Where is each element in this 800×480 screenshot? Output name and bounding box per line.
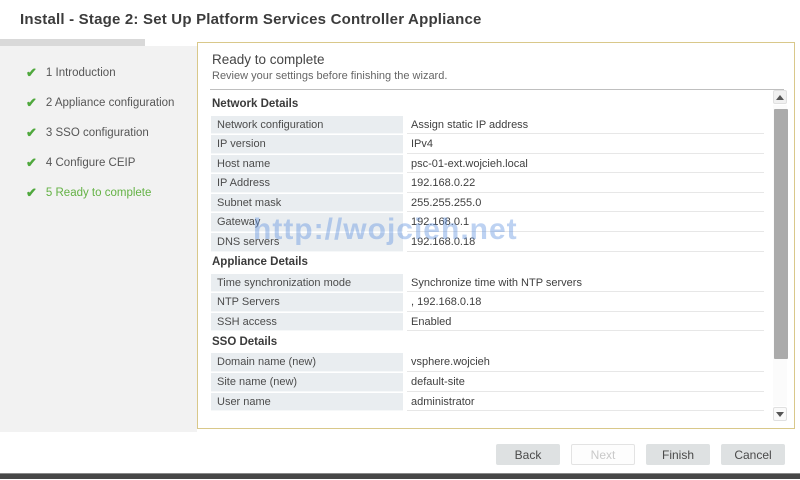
- setting-row: Site name (new) default-site: [211, 373, 764, 393]
- step-check-icon: ✔: [26, 95, 37, 110]
- setting-value: , 192.168.0.18: [407, 293, 764, 312]
- scrollbar-thumb[interactable]: [774, 109, 788, 359]
- window-title: Install - Stage 2: Set Up Platform Servi…: [20, 11, 482, 28]
- setting-label: Network configuration: [211, 115, 403, 135]
- wizard-step-1[interactable]: ✔ 1 Introduction: [0, 58, 197, 88]
- scroll-down-button[interactable]: [773, 407, 787, 421]
- setting-label: User name: [211, 392, 403, 412]
- section-rows: Time synchronization mode Synchronize ti…: [211, 273, 764, 332]
- setting-value: 255.255.255.0: [407, 194, 764, 213]
- wizard-step-5[interactable]: ✔ 5 Ready to complete: [0, 178, 197, 208]
- setting-row: Network configuration Assign static IP a…: [211, 115, 764, 135]
- setting-row: DNS servers 192.168.0.18: [211, 233, 764, 253]
- setting-label: Domain name (new): [211, 353, 403, 373]
- setting-row: User name administrator: [211, 392, 764, 412]
- footer-buttons: Back Next Finish Cancel: [496, 444, 785, 465]
- step-check-icon: ✔: [26, 125, 37, 140]
- step-check-icon: ✔: [26, 155, 37, 170]
- setting-row: NTP Servers , 192.168.0.18: [211, 293, 764, 313]
- setting-row: SSH access Enabled: [211, 312, 764, 332]
- bottom-bar: [0, 473, 800, 479]
- setting-label: DNS servers: [211, 233, 403, 252]
- setting-value: psc-01-ext.wojcieh.local: [407, 155, 764, 174]
- wizard-sidebar: ✔ 1 Introduction ✔ 2 Appliance configura…: [0, 46, 197, 432]
- page-title: Ready to complete: [212, 52, 325, 67]
- settings-section: Appliance Details Time synchronization m…: [211, 252, 764, 332]
- finish-button[interactable]: Finish: [646, 444, 710, 465]
- settings-section: SSO Details Domain name (new) vsphere.wo…: [211, 332, 764, 412]
- next-button[interactable]: Next: [571, 444, 635, 465]
- settings-sections: Network Details Network configuration As…: [198, 90, 794, 412]
- setting-row: Gateway 192.168.0.1: [211, 213, 764, 233]
- back-button[interactable]: Back: [496, 444, 560, 465]
- step-label: 1 Introduction: [45, 67, 116, 79]
- panel-header: Ready to complete Review your settings b…: [198, 43, 794, 89]
- scrollbar-track[interactable]: [773, 105, 788, 406]
- wizard-step-3[interactable]: ✔ 3 SSO configuration: [0, 118, 197, 148]
- setting-value: 192.168.0.18: [407, 233, 764, 252]
- settings-section: Network Details Network configuration As…: [211, 94, 764, 252]
- setting-row: IP version IPv4: [211, 135, 764, 155]
- ready-to-complete-panel: Ready to complete Review your settings b…: [197, 42, 795, 429]
- installer-window: Install - Stage 2: Set Up Platform Servi…: [0, 0, 800, 480]
- setting-value: administrator: [407, 393, 764, 412]
- setting-row: Domain name (new) vsphere.wojcieh: [211, 353, 764, 373]
- setting-value: Assign static IP address: [407, 116, 764, 135]
- sidebar-top-strip: [0, 39, 145, 46]
- scroll-up-button[interactable]: [773, 90, 787, 104]
- section-rows: Network configuration Assign static IP a…: [211, 115, 764, 252]
- setting-label: Subnet mask: [211, 193, 403, 213]
- section-rows: Domain name (new) vsphere.wojcieh Site n…: [211, 353, 764, 412]
- step-label: 4 Configure CEIP: [45, 157, 136, 169]
- setting-label: IP version: [211, 135, 403, 154]
- step-check-icon: ✔: [26, 65, 37, 80]
- setting-value: vsphere.wojcieh: [407, 353, 764, 373]
- section-title: Network Details: [212, 98, 299, 110]
- setting-value: Enabled: [407, 313, 764, 332]
- setting-label: Host name: [211, 154, 403, 174]
- setting-value: IPv4: [407, 135, 764, 154]
- scroll-down-icon: [776, 411, 784, 417]
- step-label: 2 Appliance configuration: [45, 97, 175, 109]
- setting-row: Subnet mask 255.255.255.0: [211, 193, 764, 213]
- wizard-step-4[interactable]: ✔ 4 Configure CEIP: [0, 148, 197, 178]
- section-title: SSO Details: [212, 335, 278, 348]
- scroll-up-icon: [776, 94, 784, 100]
- step-label: 5 Ready to complete: [45, 187, 152, 199]
- setting-label: Gateway: [211, 213, 403, 233]
- setting-row: Host name psc-01-ext.wojcieh.local: [211, 154, 764, 174]
- setting-label: NTP Servers: [211, 293, 403, 312]
- step-label: 3 SSO configuration: [45, 127, 149, 139]
- step-check-icon: ✔: [26, 185, 37, 200]
- setting-label: SSH access: [211, 312, 403, 332]
- setting-value: 192.168.0.1: [407, 213, 764, 233]
- cancel-button[interactable]: Cancel: [721, 444, 785, 465]
- setting-value: default-site: [407, 373, 764, 392]
- setting-label: Site name (new): [211, 373, 403, 392]
- setting-row: IP Address 192.168.0.22: [211, 174, 764, 194]
- section-title: Appliance Details: [212, 256, 308, 269]
- wizard-steps: ✔ 1 Introduction ✔ 2 Appliance configura…: [0, 46, 197, 208]
- page-subtitle: Review your settings before finishing th…: [212, 70, 448, 82]
- setting-value: 192.168.0.22: [407, 174, 764, 193]
- wizard-step-2[interactable]: ✔ 2 Appliance configuration: [0, 88, 197, 118]
- setting-label: Time synchronization mode: [211, 273, 403, 293]
- setting-label: IP Address: [211, 174, 403, 193]
- setting-row: Time synchronization mode Synchronize ti…: [211, 273, 764, 293]
- scrollbar[interactable]: [772, 90, 788, 421]
- setting-value: Synchronize time with NTP servers: [407, 274, 764, 293]
